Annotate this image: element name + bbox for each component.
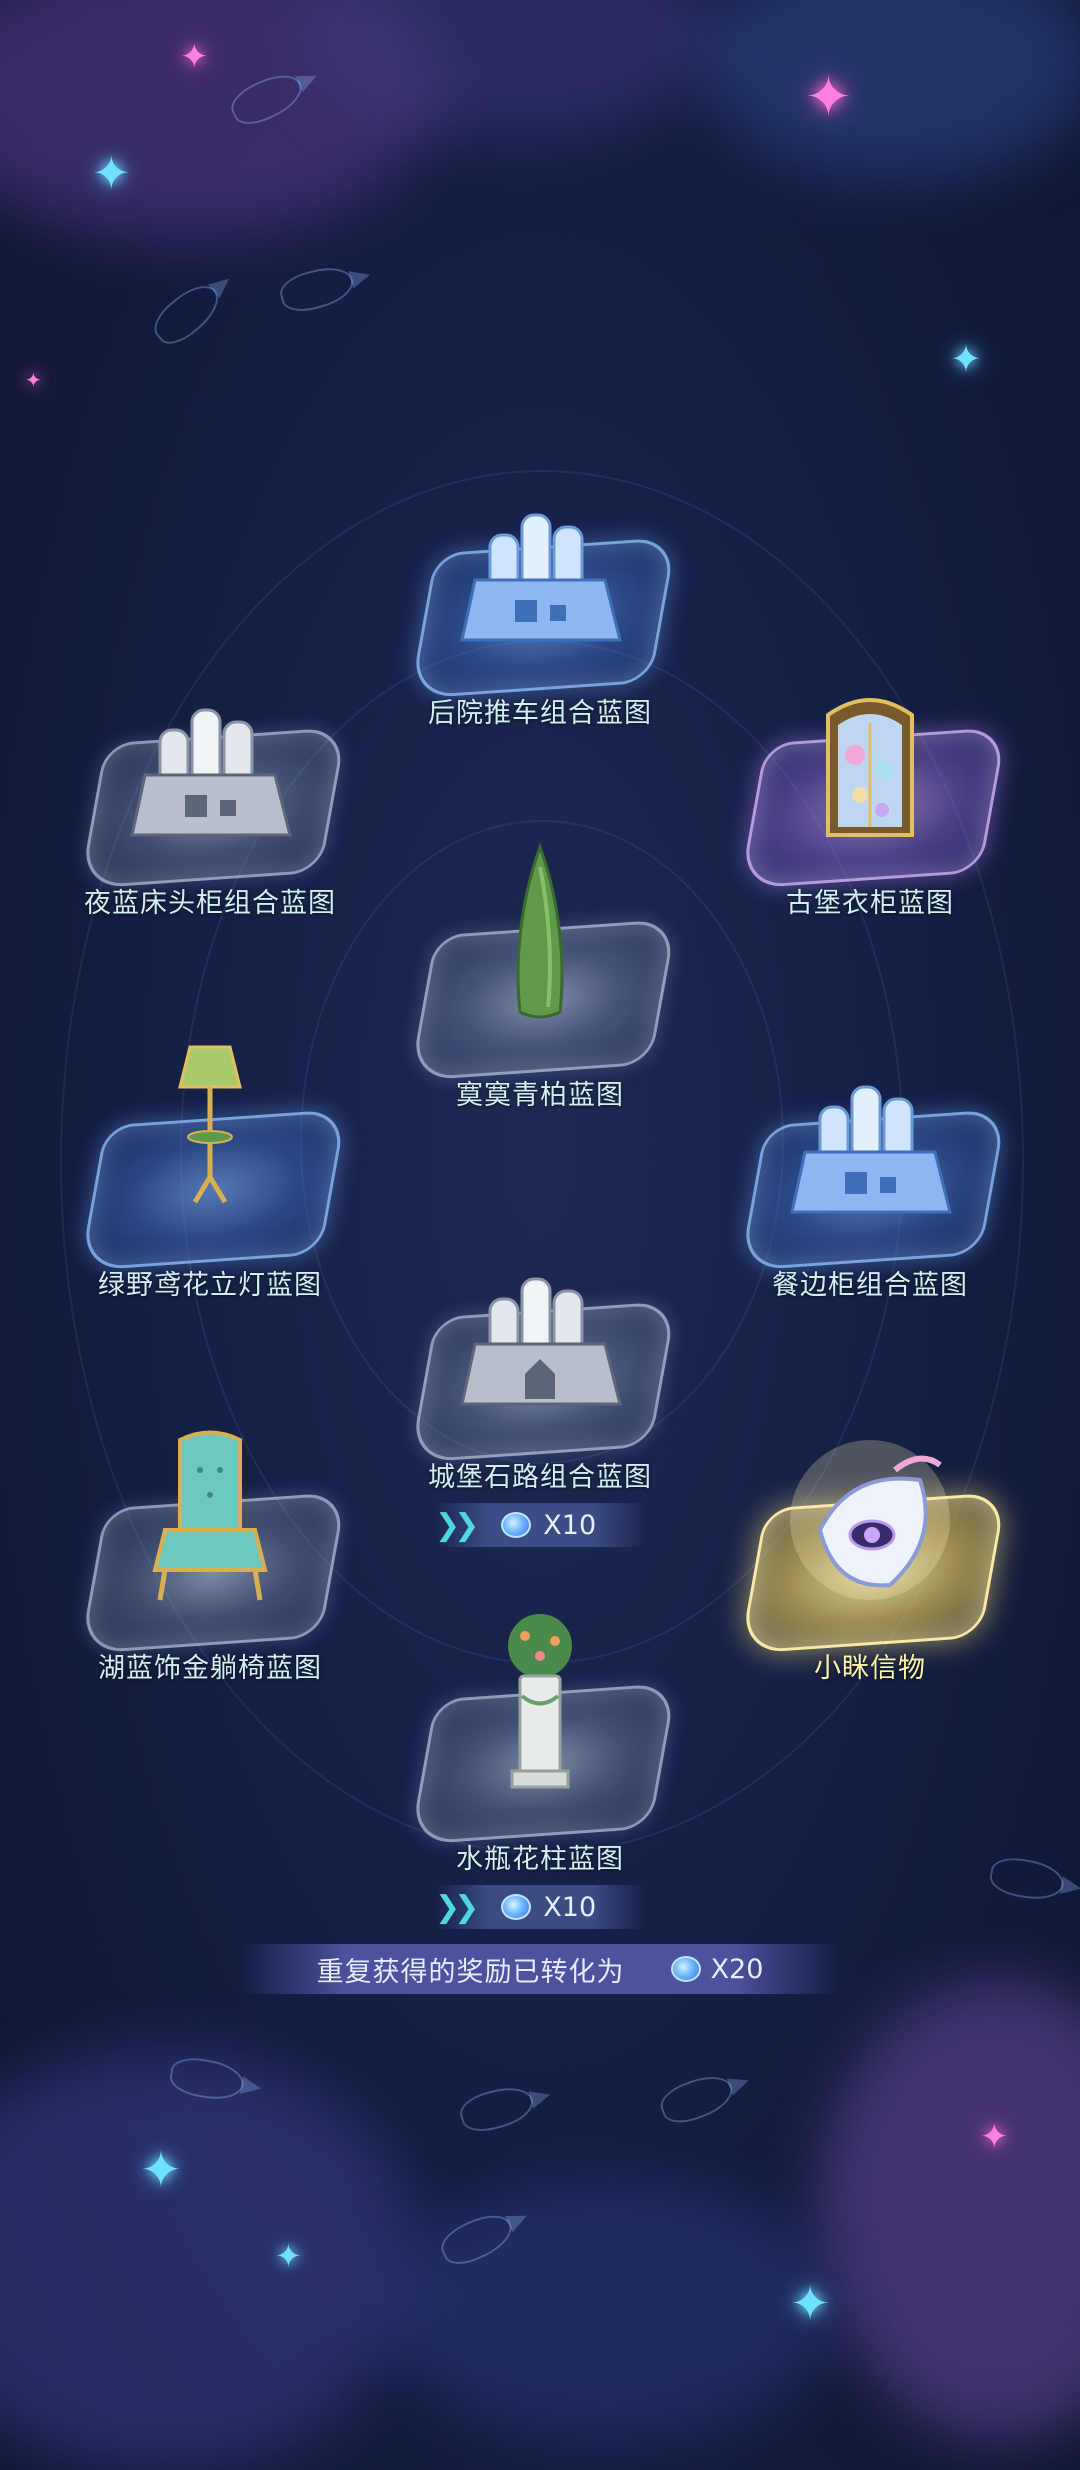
sparkle-icon: ✦ <box>180 37 209 77</box>
item-label: 水瓶花柱蓝图 <box>456 1844 624 1875</box>
sparkle-icon: ✦ <box>140 2141 182 2199</box>
fish-icon <box>987 1853 1067 1905</box>
fish-icon <box>167 2053 247 2105</box>
blueprint-box-icon <box>130 708 292 837</box>
blueprint-box-icon <box>460 1277 622 1406</box>
bonus-amount: X10 <box>543 1509 597 1541</box>
blue-gem-icon <box>501 1894 532 1920</box>
double-chevron-icon: ❯❯ <box>435 1507 479 1543</box>
bonus-amount: X10 <box>543 1891 597 1923</box>
sparkle-icon: ✦ <box>805 65 852 130</box>
blueprint-box-icon <box>790 1085 952 1214</box>
item-label: 绿野鸢花立灯蓝图 <box>98 1270 322 1301</box>
fish-icon <box>655 2068 739 2130</box>
blue-gem-icon <box>670 1956 701 1982</box>
sparkle-icon: ✦ <box>980 2117 1009 2157</box>
item-label: 小眯信物 <box>814 1653 926 1684</box>
summary-text: 重复获得的奖励已转化为 <box>316 1956 625 1988</box>
duplicate-conversion-summary: 重复获得的奖励已转化为 X20 <box>240 1944 840 1994</box>
token-charm-icon <box>790 1440 950 1600</box>
sparkle-icon: ✦ <box>92 146 131 200</box>
blue-gem-icon <box>501 1512 532 1538</box>
item-label: 湖蓝饰金躺椅蓝图 <box>98 1653 322 1684</box>
bonus-badge: ❯❯ X10 <box>435 1885 645 1929</box>
sparkle-icon: ✦ <box>790 2276 831 2332</box>
item-label: 夜蓝床头柜组合蓝图 <box>84 888 336 919</box>
chaise-chair-icon <box>152 1430 268 1601</box>
flower-pillar-icon <box>508 1614 572 1789</box>
sparkle-icon: ✦ <box>950 337 982 381</box>
item-label: 后院推车组合蓝图 <box>428 698 652 729</box>
item-label: 寞寞青柏蓝图 <box>456 1080 624 1111</box>
fish-icon <box>146 275 228 353</box>
double-chevron-icon: ❯❯ <box>435 1889 479 1925</box>
bonus-badge: ❯❯ X10 <box>435 1503 645 1547</box>
item-label: 城堡石路组合蓝图 <box>428 1462 652 1493</box>
fish-icon <box>456 2081 538 2137</box>
item-label: 古堡衣柜蓝图 <box>786 888 954 919</box>
cypress-tree-icon <box>516 842 564 1019</box>
item-label: 餐边柜组合蓝图 <box>772 1270 968 1301</box>
blueprint-box-icon <box>460 513 622 642</box>
floor-lamp-icon <box>178 1045 242 1204</box>
fish-icon <box>276 261 358 317</box>
summary-amount: X20 <box>710 1953 764 1985</box>
wardrobe-icon <box>826 698 914 837</box>
sparkle-icon: ✦ <box>25 368 42 392</box>
sparkle-icon: ✦ <box>275 2237 302 2275</box>
fish-icon <box>435 2206 519 2272</box>
fish-icon <box>225 66 309 132</box>
